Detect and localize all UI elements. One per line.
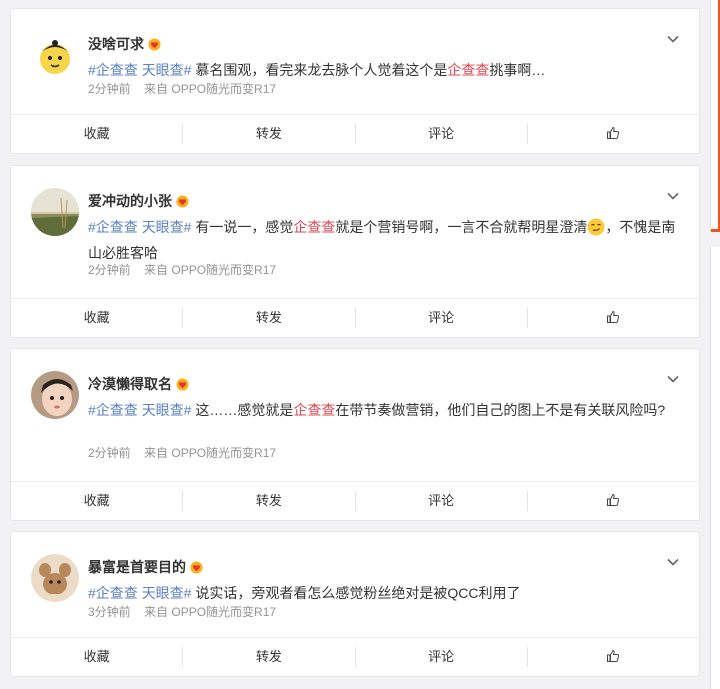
action-bar: 收藏 转发 评论: [11, 298, 699, 337]
post-source: 来自 OPPO随光而变R17: [144, 263, 277, 277]
topic-tag[interactable]: #企查查: [88, 219, 138, 235]
action-bar: 收藏 转发 评论: [11, 114, 699, 153]
topic-tag[interactable]: #企查查: [88, 62, 138, 78]
thumbs-up-icon: [607, 649, 620, 662]
post-text-part: 在带节奏做营销，他们自己的图上不是有关联风险吗?: [335, 402, 666, 418]
crown-heart-badge-icon: [148, 37, 161, 51]
action-bar: 收藏 转发 评论: [11, 481, 699, 520]
user-name[interactable]: 爱冲动的小张: [88, 191, 172, 211]
topic-tag[interactable]: 天眼查#: [142, 62, 192, 78]
right-panel-edge: [710, 247, 720, 689]
topic-tag[interactable]: 天眼查#: [142, 219, 192, 235]
favorite-button[interactable]: 收藏: [11, 124, 184, 144]
post-text-part: 慕名围观，看完来龙去脉个人觉着这个是: [191, 62, 448, 78]
post-meta: 2分钟前 来自 OPPO随光而变R17: [88, 444, 286, 461]
comment-button[interactable]: 评论: [356, 491, 528, 511]
repost-button[interactable]: 转发: [183, 124, 356, 144]
post-source: 来自 OPPO随光而变R17: [144, 605, 277, 619]
post-time[interactable]: 2分钟前: [88, 82, 131, 96]
action-bar: 收藏 转发 评论: [11, 637, 699, 676]
repost-button[interactable]: 转发: [183, 647, 356, 667]
right-panel-edge: [710, 0, 720, 232]
highlight-keyword: 企查查: [293, 219, 336, 235]
crown-heart-badge-icon: [176, 377, 189, 391]
chevron-down-icon[interactable]: [665, 188, 681, 204]
favorite-button[interactable]: 收藏: [11, 308, 184, 328]
avatar[interactable]: [31, 554, 79, 602]
repost-button[interactable]: 转发: [183, 308, 356, 328]
comment-button[interactable]: 评论: [356, 308, 528, 328]
post-text-part: 就是个营销号啊，一言不合就帮明星澄清: [335, 219, 588, 235]
thumbs-up-icon: [607, 493, 620, 506]
post-card: 冷漠懒得取名 #企查查 天眼查# 这……感觉就是企查查在带节奏做营销，他们自己的…: [10, 348, 700, 521]
accent-border: [711, 229, 720, 232]
topic-tag[interactable]: 天眼查#: [142, 402, 192, 418]
post-meta: 2分钟前 来自 OPPO随光而变R17: [88, 261, 286, 278]
post-card: 没啥可求 #企查查 天眼查# 慕名围观，看完来龙去脉个人觉着这个是企查查挑事啊……: [10, 8, 700, 154]
like-button[interactable]: [528, 491, 699, 511]
post-text-part: 有一说一，感觉: [191, 219, 294, 235]
highlight-keyword: 企查查: [447, 62, 490, 78]
post-source: 来自 OPPO随光而变R17: [144, 82, 277, 96]
thumbs-up-icon: [607, 126, 620, 139]
repost-button[interactable]: 转发: [183, 491, 356, 511]
favorite-button[interactable]: 收藏: [11, 491, 184, 511]
post-card: 暴富是首要目的 #企查查 天眼查# 说实话，旁观者看怎么感觉粉丝绝对是被QCC利…: [10, 531, 700, 677]
topic-tag[interactable]: 天眼查#: [142, 585, 192, 601]
chevron-down-icon[interactable]: [665, 554, 681, 570]
topic-tag[interactable]: #企查查: [88, 402, 138, 418]
post-time[interactable]: 2分钟前: [88, 446, 131, 460]
comment-button[interactable]: 评论: [356, 124, 528, 144]
chevron-down-icon[interactable]: [665, 371, 681, 387]
user-name[interactable]: 暴富是首要目的: [88, 557, 186, 577]
avatar[interactable]: [31, 31, 79, 79]
post-meta: 2分钟前 来自 OPPO随光而变R17: [88, 80, 286, 97]
user-name[interactable]: 没啥可求: [88, 34, 144, 54]
post-time[interactable]: 3分钟前: [88, 605, 131, 619]
highlight-keyword: 企查查: [293, 402, 336, 418]
smirk-emoji-icon: [587, 218, 605, 236]
avatar[interactable]: [31, 188, 79, 236]
like-button[interactable]: [528, 647, 699, 667]
post-text: #企查查 天眼查# 这……感觉就是企查查在带节奏做营销，他们自己的图上不是有关联…: [88, 397, 679, 423]
favorite-button[interactable]: 收藏: [11, 647, 184, 667]
post-text-part: 挑事啊…: [489, 62, 546, 78]
crown-heart-badge-icon: [190, 560, 203, 574]
topic-tag[interactable]: #企查查: [88, 585, 138, 601]
post-card: 爱冲动的小张 #企查查 天眼查# 有一说一，感觉企查查就是个营销号啊，一言不合就…: [10, 165, 700, 338]
thumbs-up-icon: [607, 310, 620, 323]
post-text: #企查查 天眼查# 有一说一，感觉企查查就是个营销号啊，一言不合就帮明星澄清 ，不…: [88, 214, 679, 266]
chevron-down-icon[interactable]: [665, 31, 681, 47]
post-meta: 3分钟前 来自 OPPO随光而变R17: [88, 603, 286, 620]
post-source: 来自 OPPO随光而变R17: [144, 446, 277, 460]
comment-button[interactable]: 评论: [356, 647, 528, 667]
crown-heart-badge-icon: [176, 194, 189, 208]
post-time[interactable]: 2分钟前: [88, 263, 131, 277]
post-text-part: 这……感觉就是: [191, 402, 294, 418]
avatar[interactable]: [31, 371, 79, 419]
post-text-part: 说实话，旁观者看怎么感觉粉丝绝对是被QCC利用了: [191, 585, 521, 601]
like-button[interactable]: [528, 124, 699, 144]
user-name[interactable]: 冷漠懒得取名: [88, 374, 172, 394]
like-button[interactable]: [528, 308, 699, 328]
